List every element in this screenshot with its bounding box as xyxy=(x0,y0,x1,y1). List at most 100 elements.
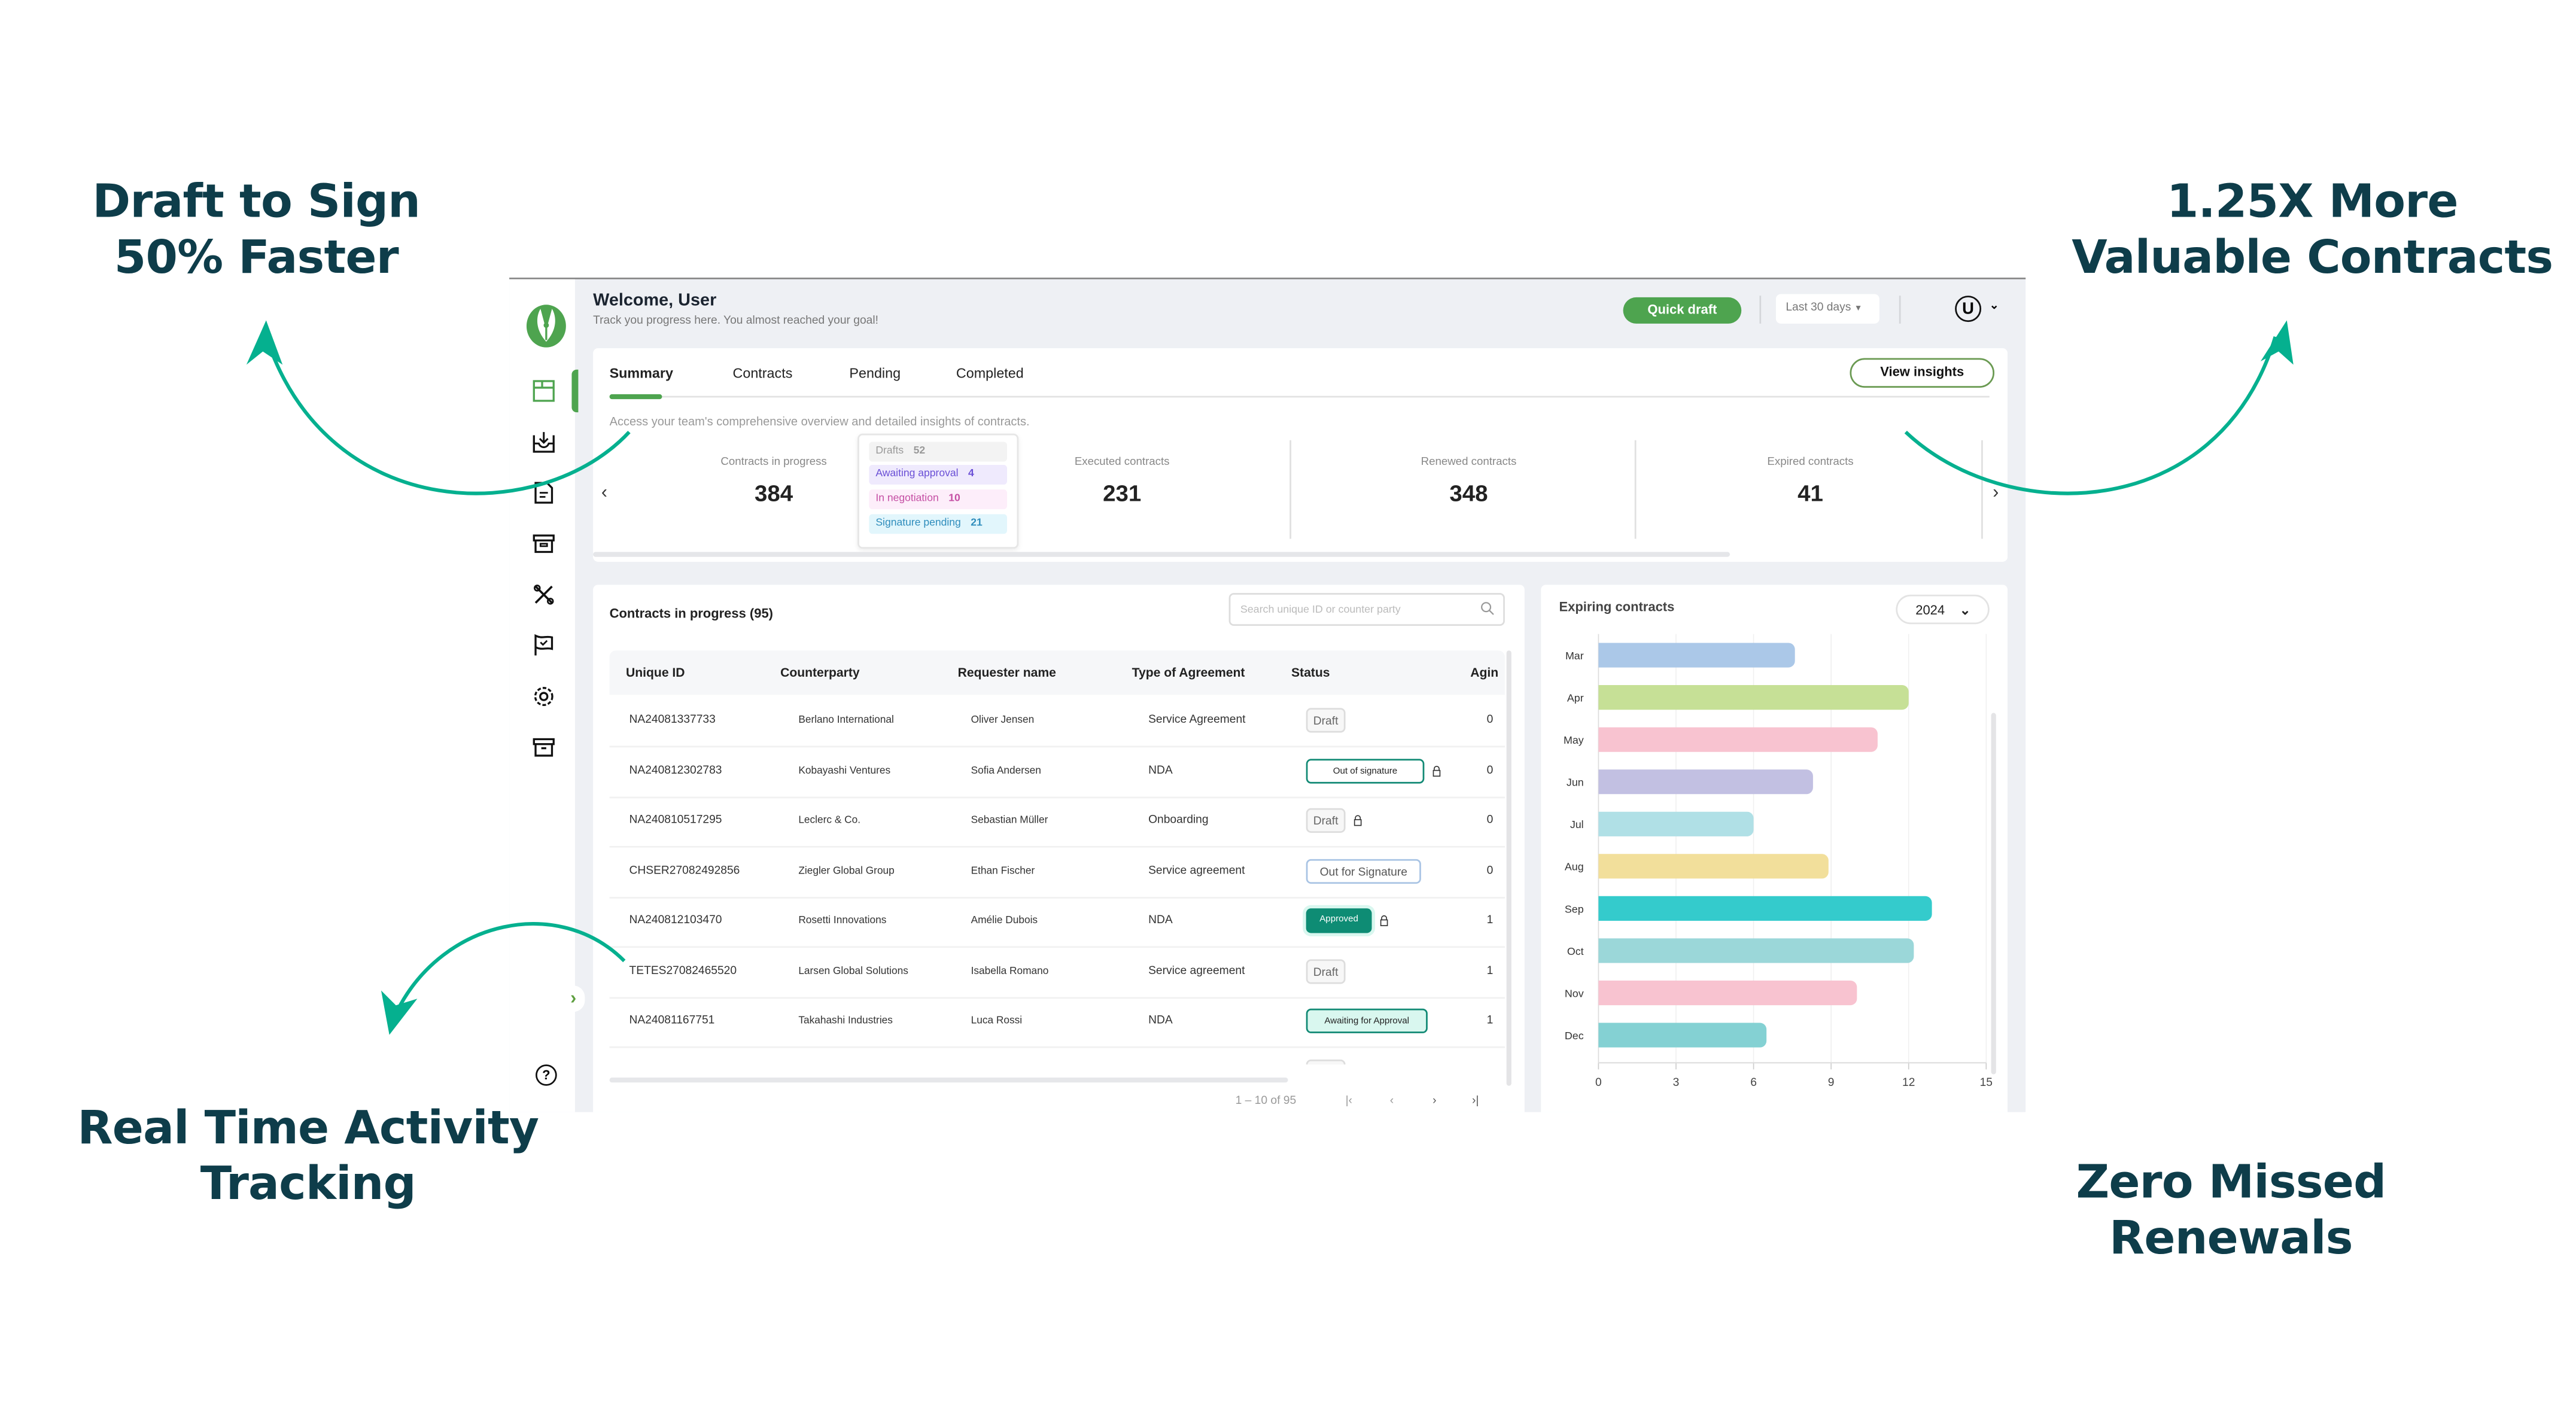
bar-jun[interactable] xyxy=(1598,769,1813,795)
cell-unique-id: NA24081337733 xyxy=(629,714,716,726)
app-window: › ? Welcome, User Track you progress her… xyxy=(509,277,2026,1112)
flag-check-icon[interactable] xyxy=(533,634,555,657)
stat-value: 41 xyxy=(1798,479,1823,506)
breakdown-signature-pending[interactable]: Signature pending 21 xyxy=(869,514,1007,534)
table-row[interactable]: TETES27082465520 Larsen Global Solutions I… xyxy=(609,947,1505,998)
cell-counterparty: Larsen Global Solutions xyxy=(798,964,908,977)
tab-contracts[interactable]: Contracts xyxy=(732,365,792,381)
search-placeholder: Search unique ID or counter party xyxy=(1240,604,1401,616)
breakdown-value: 10 xyxy=(948,492,960,504)
status-badge[interactable]: Draft xyxy=(1306,708,1346,733)
table-row[interactable]: WISEP27082495096WiproService agreement1D… xyxy=(610,1047,1505,1064)
cell-agreement-type: Service agreement xyxy=(1148,964,1245,977)
quick-draft-button[interactable]: Quick draft xyxy=(1623,297,1742,324)
first-page-icon[interactable]: |‹ xyxy=(1346,1096,1352,1107)
next-page-icon[interactable]: › xyxy=(1433,1096,1436,1107)
column-header[interactable]: Type of Agreement xyxy=(1132,665,1245,680)
inbox-download-icon[interactable] xyxy=(533,430,555,453)
table-row[interactable]: NA240812103470 Rosetti Innovations Amélie … xyxy=(609,897,1505,948)
table-row[interactable]: NA24081337733 Berlano International Oliver… xyxy=(609,696,1505,748)
cell-unique-id: NA24081167751 xyxy=(629,1015,715,1027)
status-badge[interactable]: Out of signature xyxy=(1306,758,1425,783)
status-badge[interactable]: Out for Signature xyxy=(1306,858,1421,883)
document-icon[interactable] xyxy=(533,481,555,504)
prev-page-icon[interactable]: ‹ xyxy=(1390,1096,1394,1107)
cell-aging: 1 xyxy=(1486,1015,1494,1027)
bar-sep[interactable] xyxy=(1598,896,1932,921)
tab-summary[interactable]: Summary xyxy=(610,365,673,381)
logo-icon[interactable] xyxy=(526,304,567,348)
chart-vertical-scrollbar[interactable] xyxy=(1991,713,1996,1075)
status-badge[interactable]: Approved xyxy=(1306,908,1372,933)
status-badge[interactable]: Awaiting for Approval xyxy=(1306,1008,1428,1033)
tab-pending[interactable]: Pending xyxy=(849,365,901,381)
cell-requester: Luca Rossi xyxy=(971,1015,1023,1027)
search-icon[interactable] xyxy=(1480,601,1495,616)
view-insights-button[interactable]: View insights xyxy=(1850,358,1995,388)
pagination-range: 1 – 10 of 95 xyxy=(1235,1096,1297,1107)
tab-completed[interactable]: Completed xyxy=(956,365,1024,381)
bar-mar[interactable] xyxy=(1598,643,1795,668)
archive-box-icon[interactable] xyxy=(533,532,555,555)
bar-apr[interactable] xyxy=(1598,685,1909,710)
dashboard-icon[interactable] xyxy=(533,379,555,402)
search-input[interactable]: Search unique ID or counter party xyxy=(1228,593,1505,626)
chevron-down-icon[interactable]: ⌄ xyxy=(1990,299,1999,312)
bar-dec[interactable] xyxy=(1598,1023,1767,1048)
x-tick-label: 6 xyxy=(1750,1076,1757,1089)
column-header[interactable]: Counterparty xyxy=(780,665,860,680)
x-axis-label: No. of contracts expiring per month xyxy=(1696,1111,1888,1112)
table-horizontal-scrollbar[interactable] xyxy=(609,1078,1288,1083)
last-page-icon[interactable]: ›| xyxy=(1472,1096,1479,1107)
breakdown-label: In negotiation xyxy=(875,492,939,504)
annotation-bottom-left: Real Time Activity Tracking xyxy=(77,1100,539,1211)
date-range-value: Last 30 days xyxy=(1786,302,1851,314)
bar-oct[interactable] xyxy=(1598,938,1914,963)
column-header[interactable]: Status xyxy=(1291,665,1330,680)
stat-label: Expired contracts xyxy=(1767,457,1854,468)
caret-down-icon: ▼ xyxy=(1854,303,1863,314)
y-tick-label: May xyxy=(1564,734,1584,746)
annotation-bottom-right: Zero Missed Renewals xyxy=(2076,1155,2386,1265)
status-badge[interactable]: Draft xyxy=(1306,808,1346,833)
help-icon[interactable]: ? xyxy=(536,1064,557,1086)
cell-counterparty: Kobayashi Ventures xyxy=(798,765,891,777)
table-vertical-scrollbar[interactable] xyxy=(1506,650,1511,1086)
breakdown-value: 21 xyxy=(971,517,983,530)
column-header[interactable]: Unique ID xyxy=(626,665,685,680)
horizontal-scrollbar[interactable] xyxy=(593,552,1730,557)
cell-requester: Ethan Fischer xyxy=(971,865,1035,877)
stat-value: 384 xyxy=(755,479,793,506)
breakdown-value: 52 xyxy=(913,445,926,457)
stat-label: Executed contracts xyxy=(1074,457,1170,468)
tools-icon[interactable] xyxy=(533,583,555,606)
x-tick-label: 12 xyxy=(1902,1076,1915,1089)
status-badge[interactable]: Draft xyxy=(1306,1058,1346,1064)
y-tick-label: Apr xyxy=(1567,692,1584,704)
cell-counterparty: Rosetti Innovations xyxy=(798,915,887,927)
column-header[interactable]: Agin xyxy=(1470,665,1498,680)
date-range-select[interactable]: Last 30 days ▼ xyxy=(1775,294,1879,324)
breakdown-in-negotiation[interactable]: In negotiation 10 xyxy=(869,489,1007,510)
bar-aug[interactable] xyxy=(1598,854,1829,879)
divider xyxy=(1289,440,1291,539)
sidebar-expand-chevron-icon[interactable]: › xyxy=(561,985,585,1012)
breakdown-value: 4 xyxy=(968,468,974,480)
carousel-prev-icon[interactable]: ‹ xyxy=(601,483,607,503)
bar-may[interactable] xyxy=(1598,727,1878,752)
bar-nov[interactable] xyxy=(1598,980,1857,1006)
table-row[interactable]: NA240810517295 Leclerc & Co. Sebastian Mül… xyxy=(609,797,1505,848)
column-header[interactable]: Requester name xyxy=(958,665,1056,680)
avatar[interactable]: U xyxy=(1955,296,1982,322)
breakdown-awaiting-approval[interactable]: Awaiting approval 4 xyxy=(869,464,1007,485)
table-row[interactable]: CHSER27082492856 Ziegler Global Group Etha… xyxy=(609,847,1505,898)
breakdown-drafts[interactable]: Drafts 52 xyxy=(869,442,1007,462)
table-row[interactable]: NA240812302783 Kobayashi Ventures Sofia An… xyxy=(609,747,1505,798)
gear-icon[interactable] xyxy=(533,685,555,708)
archive-icon[interactable] xyxy=(533,736,555,759)
carousel-next-icon[interactable]: › xyxy=(1993,483,1999,503)
status-badge[interactable]: Draft xyxy=(1306,958,1346,984)
bar-jul[interactable] xyxy=(1598,811,1754,836)
breakdown-label: Awaiting approval xyxy=(875,468,959,480)
table-row[interactable]: NA24081167751 Takahashi Industries Luca Ro… xyxy=(609,997,1505,1048)
